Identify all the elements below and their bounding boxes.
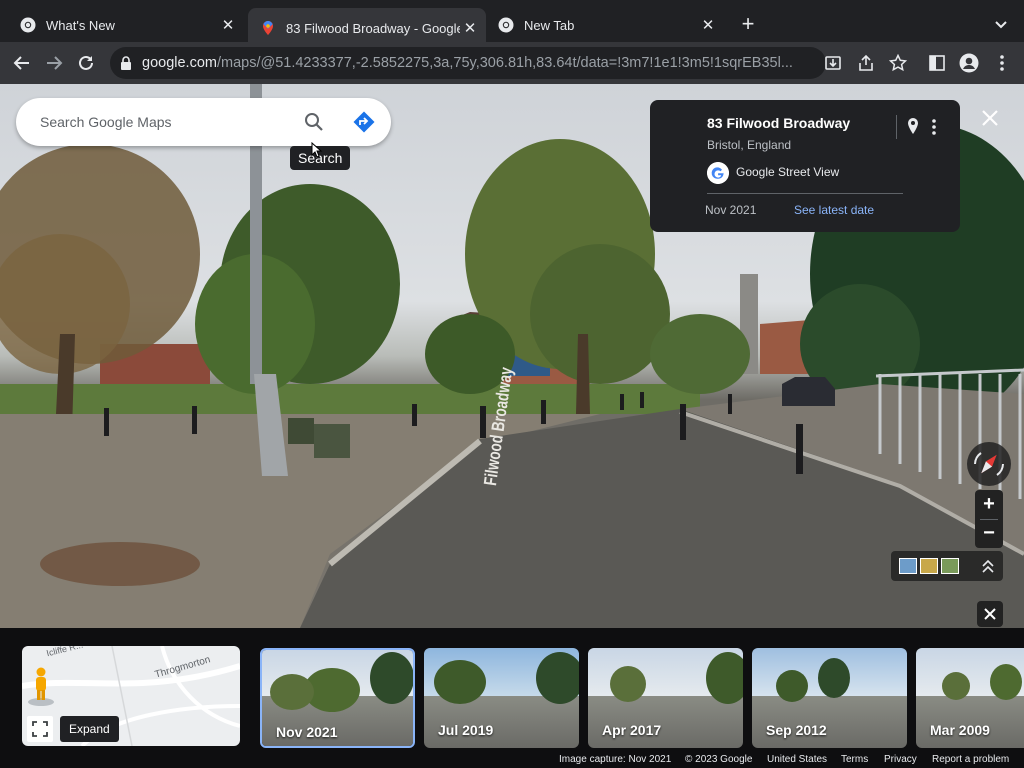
chevron-up-icon[interactable] [981, 558, 995, 574]
layer-swatch[interactable] [899, 558, 917, 574]
timeline-thumb[interactable]: Jul 2019 [424, 648, 579, 748]
chevron-down-icon[interactable] [990, 14, 1012, 36]
browser-toolbar: google.com/maps/@51.4233377,-2.5852275,3… [0, 42, 1024, 84]
close-icon [984, 608, 996, 620]
download-icon [825, 56, 841, 70]
copyright-text: © 2023 Google [685, 754, 753, 765]
imagery-source: Google Street View [736, 165, 840, 179]
new-tab-button[interactable]: + [736, 12, 760, 36]
timeline-thumb[interactable]: Nov 2021 [260, 648, 415, 748]
directions-icon[interactable] [352, 110, 376, 134]
divider [707, 193, 903, 194]
google-logo-icon [707, 162, 729, 184]
thumb-date: Jul 2019 [438, 722, 494, 738]
maps-pin-icon [263, 21, 273, 35]
profile-button[interactable] [958, 52, 980, 74]
timeline-thumb[interactable]: Mar 2009 [916, 648, 1024, 748]
url-host: google.com [142, 55, 217, 71]
lock-icon [121, 56, 131, 70]
arrow-right-icon [47, 56, 63, 70]
chrome-icon [498, 17, 514, 33]
fullscreen-icon [32, 721, 48, 737]
more-vert-icon[interactable] [926, 116, 942, 138]
thumb-date: Apr 2017 [602, 722, 662, 738]
tab-bar: What's New ✕ 83 Filwood Broadway - Googl… [0, 0, 1024, 48]
privacy-link[interactable]: Privacy [884, 754, 917, 765]
reload-icon [79, 55, 93, 70]
chrome-icon [20, 17, 36, 33]
report-problem-link[interactable]: Report a problem [932, 754, 1009, 765]
search-input[interactable] [40, 110, 300, 134]
zoom-out-button[interactable]: − [975, 519, 1003, 547]
url-path: /maps/@51.4233377,-2.5852275,3a,75y,306.… [216, 55, 793, 71]
zoom-control: + − [975, 490, 1003, 548]
reload-button[interactable] [74, 51, 98, 75]
menu-button[interactable] [991, 52, 1013, 74]
maps-search-box [16, 98, 391, 146]
region-link[interactable]: United States [767, 754, 827, 765]
timeline-thumb[interactable]: Sep 2012 [752, 648, 907, 748]
search-icon[interactable] [302, 110, 326, 134]
expand-tooltip: Expand [60, 716, 119, 742]
timeline-thumb[interactable]: Apr 2017 [588, 648, 743, 748]
close-icon[interactable]: ✕ [218, 15, 238, 35]
address-locality: Bristol, England [707, 138, 792, 152]
close-timeline-button[interactable] [977, 601, 1003, 627]
close-street-view-icon[interactable] [978, 106, 1002, 130]
address-title: 83 Filwood Broadway [707, 115, 851, 131]
terms-link[interactable]: Terms [841, 754, 868, 765]
street-view-panorama[interactable]: Filwood Broadway Search 83 Filwood Broad… [0, 84, 1024, 628]
tab-title: New Tab [524, 17, 575, 33]
side-panel-icon [929, 55, 945, 71]
expand-minimap-button[interactable] [27, 716, 53, 742]
share-icon [859, 54, 873, 71]
layer-swatch[interactable] [920, 558, 938, 574]
url-text: google.com/maps/@51.4233377,-2.5852275,3… [142, 55, 822, 71]
location-pin-icon[interactable] [905, 116, 921, 138]
location-info-card: 83 Filwood Broadway Bristol, England Goo… [650, 100, 960, 232]
tab-new-tab[interactable]: New Tab ✕ [478, 8, 724, 42]
address-bar[interactable]: google.com/maps/@51.4233377,-2.5852275,3… [110, 47, 826, 79]
install-app-button[interactable] [822, 52, 844, 74]
timeline-strip: Icliffe R... Throgmorton Expand Nov 2021… [0, 628, 1024, 768]
back-button[interactable] [10, 51, 34, 75]
layers-control[interactable] [891, 551, 1003, 581]
see-latest-date-link[interactable]: See latest date [794, 203, 874, 217]
mouse-cursor-icon [311, 142, 323, 158]
thumb-date: Nov 2021 [276, 724, 338, 740]
pegman-icon[interactable] [26, 666, 56, 706]
more-vert-icon [1000, 55, 1004, 71]
image-capture-text: Image capture: Nov 2021 [559, 754, 672, 765]
forward-button[interactable] [42, 51, 66, 75]
compass-icon [974, 452, 1004, 476]
compass-button[interactable] [967, 442, 1011, 486]
star-icon [889, 54, 907, 72]
zoom-in-button[interactable]: + [975, 490, 1003, 518]
minimap[interactable]: Icliffe R... Throgmorton [22, 646, 240, 746]
thumb-date: Sep 2012 [766, 722, 827, 738]
capture-date: Nov 2021 [705, 203, 757, 217]
arrow-left-icon [13, 56, 29, 70]
layer-swatch[interactable] [941, 558, 959, 574]
bookmark-button[interactable] [887, 52, 909, 74]
close-icon[interactable]: ✕ [698, 15, 718, 35]
thumb-date: Mar 2009 [930, 722, 990, 738]
close-icon[interactable]: ✕ [460, 18, 480, 38]
divider [896, 115, 897, 139]
tab-whats-new[interactable]: What's New ✕ [0, 8, 244, 42]
share-button[interactable] [855, 52, 877, 74]
avatar-icon [959, 53, 979, 73]
side-panel-button[interactable] [926, 52, 948, 74]
tab-title: 83 Filwood Broadway - Google [286, 20, 460, 36]
tab-title: What's New [46, 17, 115, 33]
